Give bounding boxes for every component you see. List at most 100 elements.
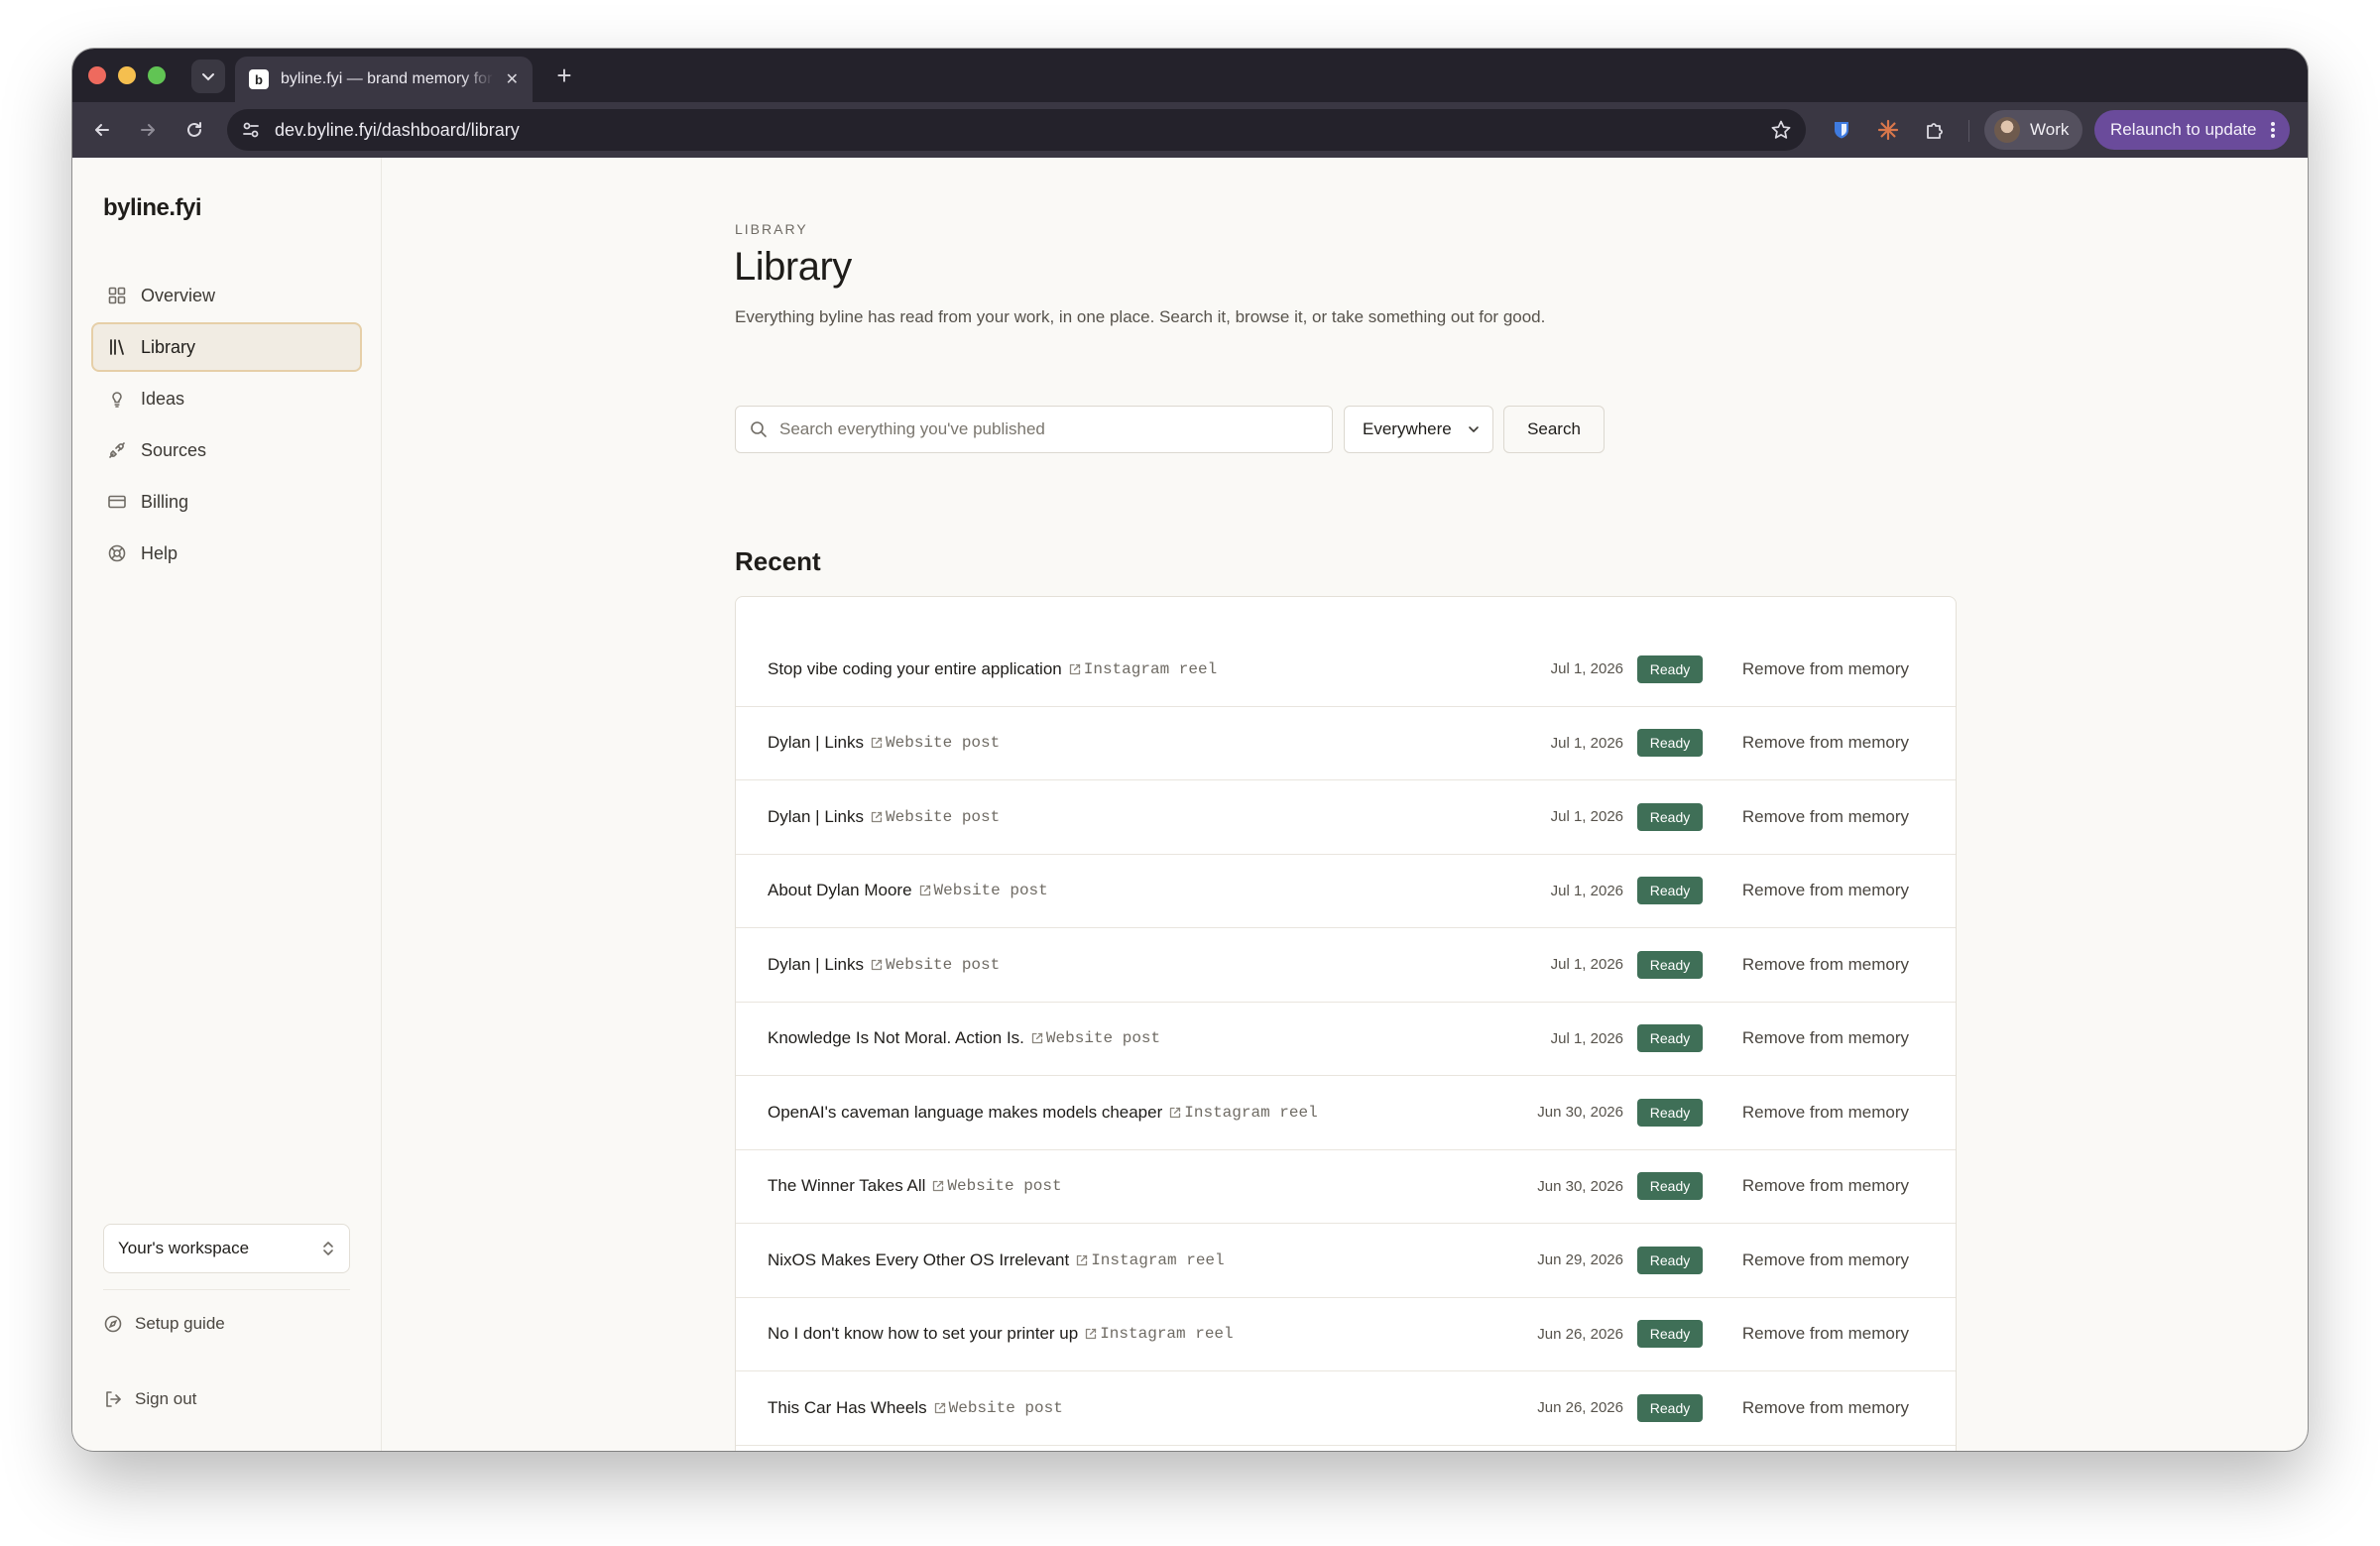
remove-from-memory-link[interactable]: Remove from memory xyxy=(1742,659,1909,679)
sidebar-item-sources[interactable]: Sources xyxy=(91,425,362,475)
password-manager-extension[interactable] xyxy=(1826,114,1857,146)
search-scope-value: Everywhere xyxy=(1363,419,1452,438)
lightbulb-icon xyxy=(112,392,122,408)
tab-search-button[interactable] xyxy=(191,59,225,93)
sidebar-item-help[interactable]: Help xyxy=(91,529,362,578)
item-type: Instagram reel xyxy=(1184,1103,1318,1122)
sidebar-item-ideas[interactable]: Ideas xyxy=(91,374,362,423)
item-date: Jul 1, 2026 xyxy=(1550,734,1623,752)
remove-from-memory-link[interactable]: Remove from memory xyxy=(1742,733,1909,753)
table-row[interactable]: This Car Has Wheels Website post Jun 26, 2… xyxy=(736,1371,1956,1446)
remove-from-memory-link[interactable]: Remove from memory xyxy=(1742,1250,1909,1270)
page-description: Everything byline has read from your wor… xyxy=(735,307,1546,326)
back-button[interactable] xyxy=(86,114,118,146)
site-settings-icon[interactable] xyxy=(241,120,261,140)
close-window-button[interactable] xyxy=(88,66,106,84)
item-date: Jun 29, 2026 xyxy=(1537,1251,1623,1269)
external-link-icon xyxy=(1077,1254,1088,1265)
chevron-down-icon xyxy=(1469,426,1479,432)
item-type: Instagram reel xyxy=(1091,1250,1225,1269)
lifebuoy-icon xyxy=(108,544,126,562)
workspace-label: Your's workspace xyxy=(118,1239,250,1257)
remove-from-memory-link[interactable]: Remove from memory xyxy=(1742,881,1909,900)
brand-logo[interactable]: byline.fyi xyxy=(103,194,202,222)
workspace-switcher[interactable]: Your's workspace xyxy=(103,1224,350,1273)
sign-out-link[interactable]: Sign out xyxy=(103,1389,196,1409)
table-row[interactable]: The World Is a Padded CellWebsite postJu… xyxy=(736,1446,1956,1452)
item-title[interactable]: NixOS Makes Every Other OS Irrelevant xyxy=(768,1250,1069,1270)
item-type: Website post xyxy=(947,1177,1062,1196)
item-title[interactable]: Dylan | Links xyxy=(768,733,864,753)
address-bar[interactable]: dev.byline.fyi/dashboard/library xyxy=(227,109,1806,151)
item-title[interactable]: The Winner Takes All xyxy=(768,1176,925,1196)
table-row[interactable]: NixOS Makes Every Other OS Irrelevant Ins… xyxy=(736,1224,1956,1298)
search-input[interactable] xyxy=(779,419,1318,439)
item-type: Website post xyxy=(933,882,1048,900)
maximize-window-button[interactable] xyxy=(148,66,166,84)
sign-out-label: Sign out xyxy=(135,1389,197,1408)
page-eyebrow: LIBRARY xyxy=(735,221,808,237)
minimize-window-button[interactable] xyxy=(118,66,136,84)
compass-icon xyxy=(104,1315,122,1333)
remove-from-memory-link[interactable]: Remove from memory xyxy=(1742,955,1909,975)
page-title: Library xyxy=(734,245,852,289)
table-row[interactable]: The Winner Takes All Website post Jun 30, … xyxy=(736,1150,1956,1224)
remove-from-memory-link[interactable]: Remove from memory xyxy=(1742,1176,1909,1196)
relaunch-label: Relaunch to update xyxy=(2110,120,2257,139)
external-link-icon xyxy=(1069,663,1080,674)
remove-from-memory-link[interactable]: Remove from memory xyxy=(1742,1398,1909,1418)
setup-guide-link[interactable]: Setup guide xyxy=(103,1314,225,1334)
table-row[interactable]: Dylan | Links Website post Jul 1, 2026 Read… xyxy=(736,928,1956,1003)
external-link-icon xyxy=(933,1181,944,1192)
status-badge: Ready xyxy=(1637,1172,1703,1201)
table-row[interactable]: OpenAI's caveman language makes models c… xyxy=(736,1076,1956,1150)
bookmark-star-icon[interactable] xyxy=(1770,119,1792,141)
item-title[interactable]: No I don't know how to set your printer … xyxy=(768,1324,1078,1344)
sign-out-icon xyxy=(106,1391,121,1407)
sidebar-item-library[interactable]: Library xyxy=(91,322,362,372)
table-row[interactable]: Dylan | Links Website post Jul 1, 2026 Read… xyxy=(736,780,1956,855)
external-link-icon xyxy=(1031,1033,1043,1044)
table-row[interactable]: Knowledge Is Not Moral. Action Is. Websit… xyxy=(736,1003,1956,1076)
search-scope-select[interactable]: Everywhere xyxy=(1344,406,1493,453)
new-tab-button[interactable]: + xyxy=(548,60,580,92)
forward-button[interactable] xyxy=(132,114,164,146)
remove-from-memory-link[interactable]: Remove from memory xyxy=(1742,1028,1909,1048)
item-title[interactable]: Dylan | Links xyxy=(768,807,864,827)
item-title[interactable]: About Dylan Moore xyxy=(768,881,912,900)
remove-from-memory-link[interactable]: Remove from memory xyxy=(1742,807,1909,827)
item-date: Jul 1, 2026 xyxy=(1550,660,1623,678)
profile-button[interactable]: Work xyxy=(1984,110,2083,150)
sidebar-item-overview[interactable]: Overview xyxy=(91,271,362,320)
relaunch-button[interactable]: Relaunch to update xyxy=(2094,110,2291,150)
sidebar-item-billing[interactable]: Billing xyxy=(91,477,362,527)
status-badge: Ready xyxy=(1637,1320,1703,1349)
shield-icon xyxy=(1835,122,1848,139)
item-date: Jul 1, 2026 xyxy=(1550,1029,1623,1047)
item-title[interactable]: Dylan | Links xyxy=(768,955,864,975)
sidebar-item-label: Sources xyxy=(141,439,207,460)
search-button[interactable]: Search xyxy=(1503,406,1605,453)
browser-tab[interactable]: b byline.fyi — brand memory for ✕ xyxy=(235,57,533,102)
remove-from-memory-link[interactable]: Remove from memory xyxy=(1742,1324,1909,1344)
item-title[interactable]: Stop vibe coding your entire application xyxy=(768,659,1062,679)
close-tab-icon[interactable]: ✕ xyxy=(506,69,519,89)
item-title[interactable]: This Car Has Wheels xyxy=(768,1398,927,1418)
status-badge: Ready xyxy=(1637,877,1703,905)
ai-assistant-extension[interactable] xyxy=(1872,114,1904,146)
item-title[interactable]: OpenAI's caveman language makes models c… xyxy=(768,1103,1162,1123)
toolbar-divider xyxy=(1968,120,1969,142)
table-row[interactable]: No I don't know how to set your printer … xyxy=(736,1298,1956,1371)
item-title[interactable]: Knowledge Is Not Moral. Action Is. xyxy=(768,1028,1024,1048)
remove-from-memory-link[interactable]: Remove from memory xyxy=(1742,1103,1909,1123)
sidebar-item-label: Help xyxy=(141,542,178,563)
sidebar-item-label: Overview xyxy=(141,285,216,305)
reload-button[interactable] xyxy=(178,114,210,146)
search-field[interactable] xyxy=(735,406,1333,453)
table-row[interactable]: Dylan | Links Website post Jul 1, 2026 Read… xyxy=(736,707,1956,780)
extensions-button[interactable] xyxy=(1919,114,1951,146)
status-badge: Ready xyxy=(1637,950,1703,979)
table-row[interactable]: About Dylan Moore Website post Jul 1, 2026… xyxy=(736,855,1956,928)
table-row[interactable]: Stop vibe coding your entire application… xyxy=(736,633,1956,707)
